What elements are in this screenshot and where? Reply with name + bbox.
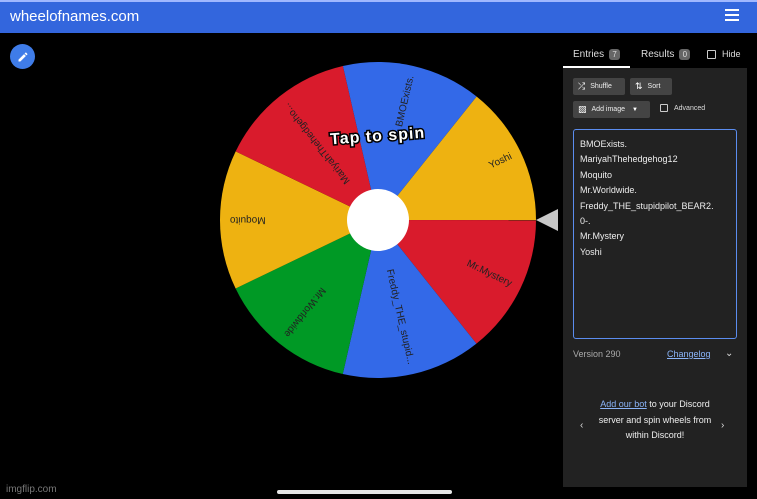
add-image-button[interactable]: ▨ Add image ▼ xyxy=(573,101,650,118)
shuffle-button[interactable]: ⤮ Shuffle xyxy=(573,78,625,95)
wheel-pointer-icon xyxy=(536,209,558,231)
pencil-icon xyxy=(18,51,28,61)
entry-line: Mr.Worldwide. xyxy=(580,185,637,196)
tab-results-label: Results xyxy=(641,49,675,60)
entry-line: Freddy_THE_stupidpilot_BEAR2. xyxy=(580,200,714,211)
active-tab-indicator xyxy=(563,66,630,68)
discord-promo: Add our bot to your Discord server and s… xyxy=(593,397,717,444)
tab-entries[interactable]: Entries 7 xyxy=(573,49,621,60)
entry-line: MariyahThehedgehog12 xyxy=(580,154,678,165)
hide-checkbox[interactable] xyxy=(707,49,716,59)
version-label: Version 290 xyxy=(573,349,621,359)
wheel-hub[interactable] xyxy=(347,189,409,251)
entry-line: BMOExists. xyxy=(580,139,628,149)
hamburger-menu-icon[interactable] xyxy=(725,9,739,23)
entries-textarea[interactable]: BMOExists. MariyahThehedgehog12 Moquito … xyxy=(573,129,737,339)
sort-label: Sort xyxy=(647,83,661,90)
dropdown-arrow-icon: ▼ xyxy=(631,106,638,113)
site-brand[interactable]: wheelofnames.com xyxy=(10,8,139,25)
tab-entries-label: Entries xyxy=(573,49,605,60)
sort-button[interactable]: ⇅ Sort xyxy=(630,78,672,95)
hide-toggle[interactable]: Hide xyxy=(707,49,741,59)
shuffle-label: Shuffle xyxy=(590,83,612,90)
edit-wheel-button[interactable] xyxy=(10,44,35,69)
entry-line: Mr.Mystery xyxy=(580,231,624,242)
wheel-area[interactable]: Yoshi Mr.Mystery Freddy_THE_stupid... Mr.Wo… xyxy=(200,60,560,400)
entries-panel: Entries 7 Results 0 Hide ⤮ Shuffle ⇅ Sor… xyxy=(563,44,747,487)
sort-icon: ⇅ xyxy=(635,81,643,91)
home-indicator xyxy=(277,490,452,494)
panel-tabs: Entries 7 Results 0 Hide xyxy=(563,44,747,68)
tab-results-count: 0 xyxy=(679,49,691,60)
imgflip-watermark: imgflip.com xyxy=(6,484,57,495)
entry-line: Yoshi xyxy=(580,246,602,257)
hide-label: Hide xyxy=(722,49,741,59)
advanced-checkbox[interactable] xyxy=(660,104,668,112)
spin-wheel[interactable]: YoshiMr.MysteryFreddy_THE_stupid...Mr.Wo… xyxy=(200,60,560,400)
carousel-next-icon[interactable]: › xyxy=(721,420,724,431)
advanced-toggle[interactable]: Advanced xyxy=(660,104,705,112)
shuffle-icon: ⤮ xyxy=(578,81,586,91)
image-icon: ▨ xyxy=(578,104,587,114)
tab-entries-count: 7 xyxy=(609,49,621,60)
top-app-bar: wheelofnames.com xyxy=(0,0,757,33)
advanced-label: Advanced xyxy=(674,104,706,112)
add-image-label: Add image xyxy=(591,106,625,113)
tab-results[interactable]: Results 0 xyxy=(641,49,691,60)
wheel-slice-label: Moquito xyxy=(230,214,266,225)
carousel-prev-icon[interactable]: ‹ xyxy=(580,420,583,431)
top-divider xyxy=(0,0,757,2)
changelog-link[interactable]: Changelog xyxy=(667,349,711,359)
entry-line: Moquito xyxy=(580,169,613,180)
add-bot-link[interactable]: Add our bot xyxy=(600,399,647,409)
entry-line: 0-. xyxy=(580,216,591,227)
chevron-down-icon[interactable]: ⌄ xyxy=(725,348,733,359)
